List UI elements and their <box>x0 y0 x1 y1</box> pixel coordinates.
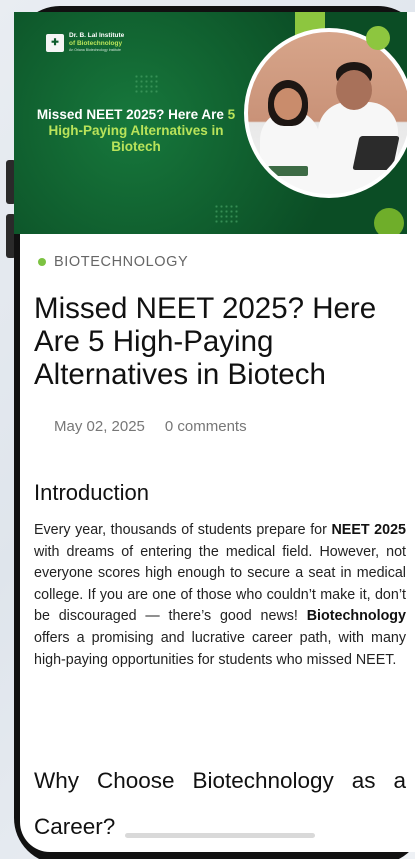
dot-pattern <box>214 204 240 224</box>
intro-paragraph: Every year, thousands of students prepar… <box>34 520 406 671</box>
para-text: offers a promising and lucrative career … <box>34 629 406 668</box>
logo-line-1: Dr. B. Lal Institute <box>69 32 125 39</box>
books <box>268 166 308 176</box>
hero-title: Missed NEET 2025? Here Are 5 High-Paying… <box>36 107 236 155</box>
category-label: BIOTECHNOLOGY <box>54 254 189 270</box>
para-text: Every year, thousands of students prepar… <box>34 522 332 538</box>
dot-pattern <box>134 74 160 94</box>
logo-mark-icon: ✚ <box>46 33 64 52</box>
hero-title-main: Missed NEET 2025? Here Are <box>36 107 228 122</box>
hero-photo <box>244 28 407 198</box>
article-meta: May 02, 2025 0 comments <box>54 418 247 435</box>
category-dot-icon <box>38 258 46 266</box>
person-1-face <box>274 88 302 120</box>
person-2-face <box>336 70 372 110</box>
para-bold-neet: NEET 2025 <box>331 522 406 538</box>
logo-line-3: An Oriana Biotechnology Institute <box>69 48 121 52</box>
logo-line-2: of Biotechnology <box>69 40 123 47</box>
section-heading-introduction: Introduction <box>34 480 149 505</box>
decorative-circle <box>366 26 390 50</box>
hero-banner[interactable]: ✚ Dr. B. Lal Institute of Biotechnology … <box>14 12 407 234</box>
article-date: May 02, 2025 <box>54 418 145 435</box>
institute-logo: ✚ Dr. B. Lal Institute of Biotechnology … <box>46 32 124 53</box>
home-indicator[interactable] <box>125 833 315 838</box>
category-tag[interactable]: BIOTECHNOLOGY <box>38 254 188 270</box>
article-title: Missed NEET 2025? Here Are 5 High-Paying… <box>34 292 377 391</box>
laptop <box>352 136 400 170</box>
decorative-circle <box>374 208 404 234</box>
para-bold-biotech: Biotechnology <box>306 608 406 625</box>
comments-link[interactable]: 0 comments <box>165 418 247 435</box>
